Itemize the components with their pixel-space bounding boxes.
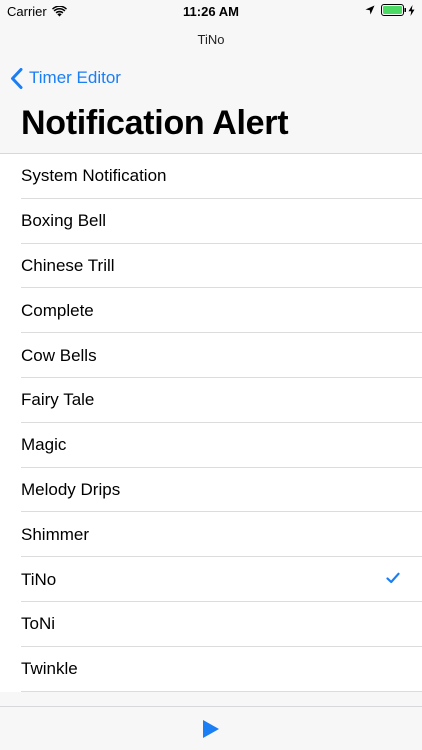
- list-item[interactable]: Cow Bells: [0, 333, 422, 378]
- list-item[interactable]: System Notification: [0, 154, 422, 199]
- toolbar: [0, 706, 422, 750]
- location-icon: [365, 5, 375, 15]
- list-item[interactable]: Chinese Trill: [0, 243, 422, 289]
- list-item-label: ToNi: [21, 614, 56, 634]
- alert-list: System Notification Boxing Bell Chinese Tr…: [0, 153, 422, 692]
- app-name: TiNo: [197, 32, 225, 47]
- back-button[interactable]: Timer Editor: [10, 66, 121, 90]
- list-item-label: Melody Drips: [21, 479, 121, 499]
- list-item[interactable]: TiNo: [0, 557, 422, 602]
- status-bar: Carrier 11:26 AM: [0, 0, 422, 22]
- charging-icon: [408, 4, 415, 16]
- list-item-label: Chinese Trill: [21, 255, 115, 275]
- list-item-label: Fairy Tale: [21, 390, 95, 410]
- back-button-label: Timer Editor: [29, 68, 121, 87]
- list-item[interactable]: Fairy Tale: [0, 377, 422, 423]
- battery-icon: [381, 4, 406, 16]
- list-item-label: Boxing Bell: [21, 211, 107, 231]
- list-item-label: Complete: [21, 300, 94, 320]
- list-item[interactable]: Complete: [0, 288, 422, 334]
- list-item-label: Shimmer: [21, 524, 90, 544]
- list-item-label: Twinkle: [21, 659, 78, 679]
- list-item[interactable]: Shimmer: [0, 512, 422, 558]
- screen: Carrier 11:26 AM TiNo Timer Editor Notif…: [0, 0, 422, 750]
- list-item-label: Cow Bells: [21, 345, 97, 365]
- list-item-label: System Notification: [21, 166, 167, 186]
- list-item[interactable]: Boxing Bell: [0, 198, 422, 244]
- chevron-left-icon: [11, 67, 23, 89]
- status-right: [365, 4, 415, 16]
- list-item[interactable]: Melody Drips: [0, 467, 422, 513]
- play-icon[interactable]: [200, 719, 220, 739]
- page-title: Notification Alert: [21, 104, 289, 142]
- list-item[interactable]: ToNi: [0, 601, 422, 647]
- checkmark-icon: [386, 572, 400, 584]
- list-item-label: Magic: [21, 435, 67, 455]
- list-item-label: TiNo: [21, 569, 57, 589]
- list-item[interactable]: Magic: [0, 422, 422, 468]
- status-time: 11:26 AM: [183, 4, 239, 19]
- list-item[interactable]: Twinkle: [0, 646, 422, 692]
